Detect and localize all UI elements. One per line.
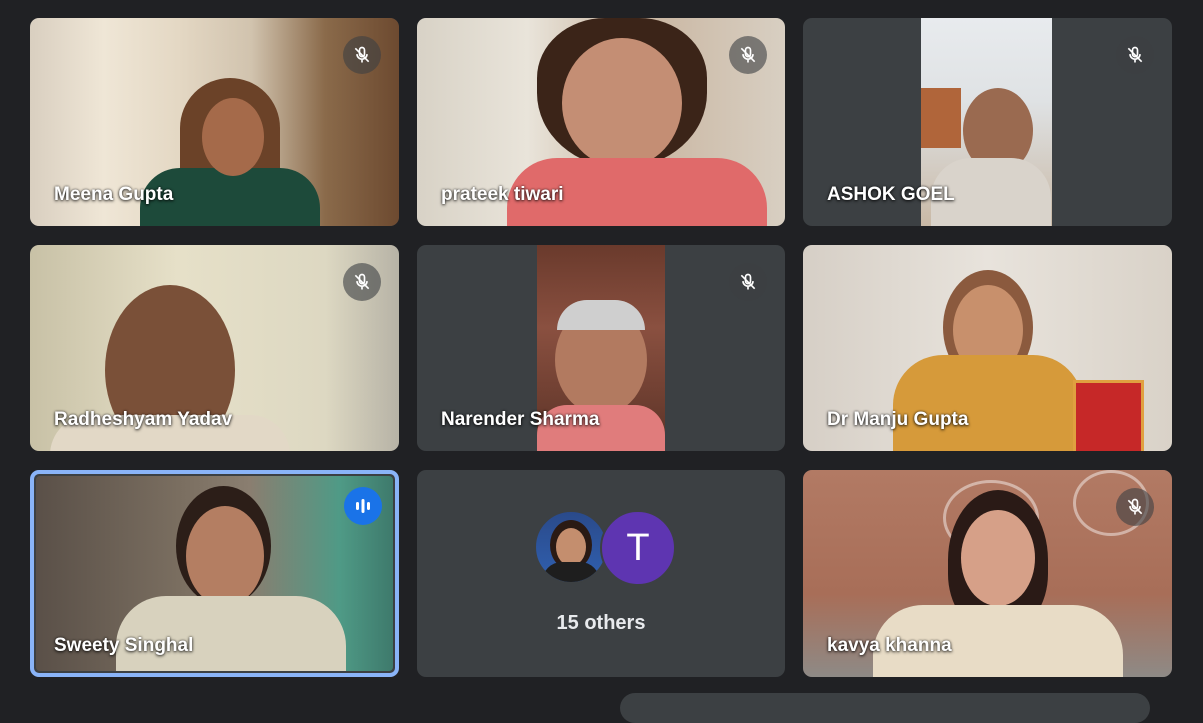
mic-off-icon[interactable] [1116,488,1154,526]
audio-levels-icon [344,487,382,525]
mic-off-icon[interactable] [343,263,381,301]
participant-name: Radheshyam Yadav [54,409,233,430]
participant-name: Narender Sharma [441,409,600,430]
participant-tile-kavya-khanna[interactable]: kavya khanna [803,470,1172,677]
participant-tile-sweety-singhal[interactable]: Sweety Singhal [30,470,399,677]
participant-avatar [534,510,608,584]
participant-tile-prateek-tiwari[interactable]: prateek tiwari [417,18,785,226]
others-avatar-group: T [534,510,676,586]
participant-name: Dr Manju Gupta [827,409,969,430]
participant-name: ASHOK GOEL [827,184,955,205]
participant-tile-meena-gupta[interactable]: Meena Gupta [30,18,399,226]
participant-tile-ashok-goel[interactable]: ASHOK GOEL [803,18,1172,226]
participant-name: prateek tiwari [441,184,564,205]
bottom-toolbar [620,693,1150,723]
mic-off-icon[interactable] [1116,36,1154,74]
participant-avatar-letter: T [600,510,676,586]
participant-name: kavya khanna [827,635,952,656]
participant-tile-dr-manju-gupta[interactable]: Dr Manju Gupta [803,245,1172,451]
participant-name: Meena Gupta [54,184,174,205]
participant-name: Sweety Singhal [54,635,194,656]
participant-tile-radheshyam-yadav[interactable]: Radheshyam Yadav [30,245,399,451]
others-count-label: 15 others [556,612,646,634]
others-tile[interactable]: T 15 others [417,470,785,677]
mic-off-icon[interactable] [343,36,381,74]
participant-tile-narender-sharma[interactable]: Narender Sharma [417,245,785,451]
mic-off-icon[interactable] [729,36,767,74]
mic-off-icon[interactable] [729,263,767,301]
